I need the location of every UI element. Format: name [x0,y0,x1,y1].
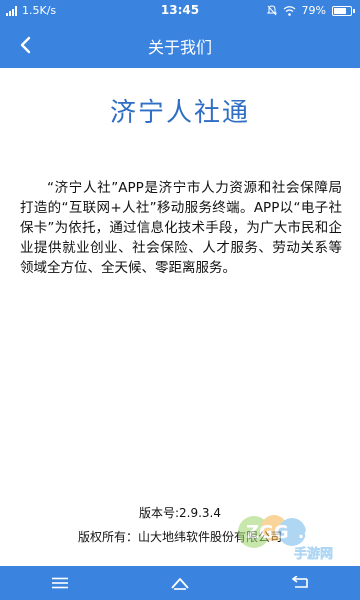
app-bar: 关于我们 [0,22,360,68]
system-nav-bar [0,566,360,600]
about-description: “济宁人社”APP是济宁市人力资源和社会保障局打造的“互联网+人社”移动服务终端… [20,180,342,276]
menu-icon [52,577,68,589]
svg-text:ZGG: ZGG [246,522,289,543]
app-name-heading: 济宁人社通 [109,98,250,128]
back-nav-button[interactable] [280,568,320,598]
page-title: 关于我们 [147,38,212,57]
return-icon [291,576,308,588]
svg-text:手游网: 手游网 [294,546,333,562]
svg-text:.com: .com [298,523,341,542]
home-icon [171,578,189,590]
watermark-logo: ZGG .com 手游网 [238,515,341,562]
status-bar: 1.5K/s 13:45 79% [0,0,360,22]
status-right: 79% [266,4,355,17]
battery-level [334,7,346,14]
battery-percent: 79% [301,4,326,17]
battery-icon [332,5,355,16]
menu-button[interactable] [40,568,80,598]
wifi-icon [283,5,295,16]
home-button[interactable] [160,568,200,598]
mute-icon [266,5,277,16]
